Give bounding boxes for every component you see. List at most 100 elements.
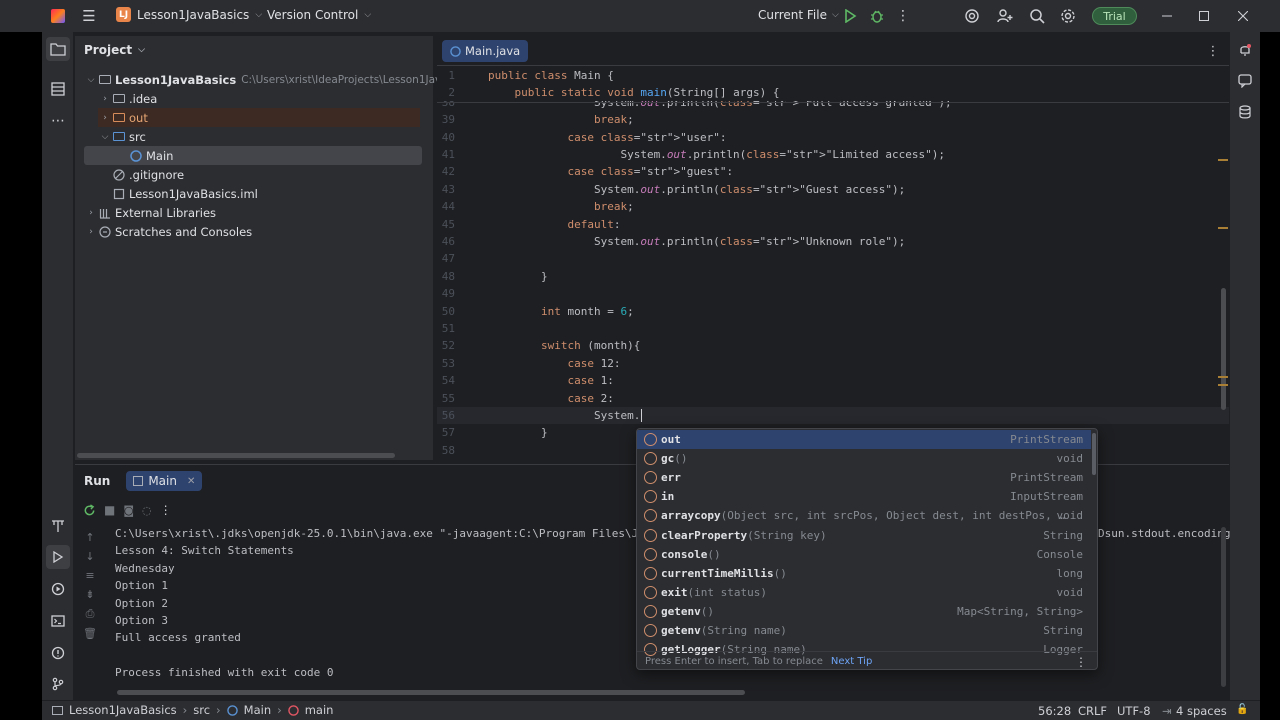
- code-line[interactable]: 48 }: [437, 268, 1229, 285]
- editor-tab-main-java[interactable]: Main.java: [442, 40, 529, 62]
- tree-item-scratches[interactable]: › Scratches and Consoles: [84, 222, 252, 241]
- code-line[interactable]: 42 case class="str">"guest":: [437, 163, 1229, 180]
- code-line[interactable]: 44 break;: [437, 198, 1229, 215]
- minimize-icon[interactable]: [1160, 8, 1174, 24]
- breadcrumb-item[interactable]: Main: [244, 703, 271, 717]
- code-line[interactable]: 55 case 2:: [437, 390, 1229, 407]
- code-line[interactable]: 47: [437, 250, 1229, 267]
- close-window-icon[interactable]: [1236, 8, 1250, 24]
- tree-item-external-libraries[interactable]: › External Libraries: [84, 203, 216, 222]
- completion-item[interactable]: arraycopy (Object src, int srcPos, Object…: [637, 506, 1091, 525]
- ai-assistant-icon[interactable]: [963, 7, 981, 25]
- completion-item[interactable]: out PrintStream: [637, 430, 1091, 449]
- completion-item[interactable]: clearProperty (String key) String: [637, 526, 1091, 545]
- scroll-to-end-icon[interactable]: ⇟: [85, 588, 94, 601]
- more-options-icon[interactable]: ⋮: [1075, 655, 1087, 669]
- indent-setting[interactable]: 4 spaces: [1176, 704, 1227, 718]
- debug-icon[interactable]: [869, 8, 885, 24]
- code-line[interactable]: 56 System.: [437, 407, 1229, 424]
- run-config-selector[interactable]: Current File ⌵: [758, 8, 839, 22]
- code-line[interactable]: 53 case 12:: [437, 355, 1229, 372]
- problems-tool-icon[interactable]: [46, 641, 70, 665]
- console-horizontal-scrollbar[interactable]: [117, 690, 745, 695]
- structure-tool-icon[interactable]: [46, 77, 70, 101]
- project-switcher[interactable]: LJ Lesson1JavaBasics ⌵: [116, 7, 262, 22]
- code-line[interactable]: 40 case class="str">"user":: [437, 129, 1229, 146]
- next-tip-link[interactable]: Next Tip: [831, 656, 872, 667]
- vertical-scrollbar[interactable]: [1221, 288, 1226, 410]
- arrow-up-icon[interactable]: ↑: [85, 531, 94, 544]
- code-area[interactable]: 1 public class Main {2 public static void…: [437, 67, 1229, 460]
- code-line[interactable]: 43 System.out.println(class="str">"Guest…: [437, 181, 1229, 198]
- more-actions-icon[interactable]: ⋮: [160, 503, 172, 517]
- database-icon[interactable]: [1234, 101, 1256, 123]
- lock-icon[interactable]: 🔓: [1236, 704, 1248, 715]
- tree-item-out[interactable]: › out: [98, 108, 420, 127]
- more-tools-icon[interactable]: ⋯: [46, 109, 70, 133]
- tree-item-iml[interactable]: Lesson1JavaBasics.iml: [112, 184, 258, 203]
- completion-item[interactable]: console() Console: [637, 545, 1091, 564]
- sticky-code-line[interactable]: 2 public static void main(String[] args)…: [437, 84, 1229, 102]
- code-line[interactable]: 45 default:: [437, 216, 1229, 233]
- project-tool-icon[interactable]: [46, 37, 70, 61]
- completion-item[interactable]: getenv (String name) String: [637, 621, 1091, 640]
- horizontal-scrollbar[interactable]: [77, 453, 395, 458]
- notifications-icon[interactable]: [1234, 39, 1256, 61]
- tree-item-idea[interactable]: › .idea: [98, 89, 157, 108]
- sticky-code-line[interactable]: 1 public class Main {: [437, 67, 1229, 84]
- stop-icon[interactable]: ■: [104, 503, 115, 517]
- code-line[interactable]: 54 case 1:: [437, 372, 1229, 389]
- code-line[interactable]: 41 System.out.println(class="str">"Limit…: [437, 146, 1229, 163]
- line-separator[interactable]: CRLF: [1078, 704, 1107, 718]
- run-tool-icon[interactable]: [46, 545, 70, 569]
- code-editor[interactable]: Main.java ⋮ 1 public class Main {2 public…: [437, 36, 1229, 460]
- rerun-icon[interactable]: [83, 503, 96, 517]
- completion-item[interactable]: exit (int status) void: [637, 583, 1091, 602]
- console-vertical-scrollbar[interactable]: [1221, 527, 1226, 687]
- file-encoding[interactable]: UTF-8: [1117, 704, 1151, 718]
- code-line[interactable]: 50 int month = 6;: [437, 303, 1229, 320]
- close-icon[interactable]: ✕: [187, 476, 195, 487]
- tree-item-main[interactable]: Main: [84, 146, 422, 165]
- restore-layout-icon[interactable]: ◌: [142, 504, 152, 517]
- services-tool-icon[interactable]: [46, 577, 70, 601]
- arrow-down-icon[interactable]: ↓: [85, 550, 94, 563]
- soft-wrap-icon[interactable]: ≡: [85, 569, 94, 582]
- completion-scrollbar[interactable]: [1092, 433, 1096, 475]
- completion-item[interactable]: in InputStream: [637, 487, 1091, 506]
- more-actions-icon[interactable]: ⋮: [896, 7, 910, 25]
- build-tool-icon[interactable]: [46, 514, 70, 538]
- ai-chat-icon[interactable]: [1234, 70, 1256, 92]
- settings-gear-icon[interactable]: [1059, 7, 1077, 25]
- print-icon[interactable]: ⎙: [86, 607, 95, 621]
- code-line[interactable]: 39 break;: [437, 111, 1229, 128]
- tree-item-project-root[interactable]: ⌵ Lesson1JavaBasics C:\Users\xrist\IdeaP…: [84, 70, 455, 89]
- git-tool-icon[interactable]: [46, 672, 70, 696]
- run-icon[interactable]: [842, 8, 858, 24]
- search-icon[interactable]: [1028, 7, 1046, 25]
- breadcrumb-item[interactable]: src: [193, 703, 210, 717]
- code-line[interactable]: 49: [437, 285, 1229, 302]
- add-user-icon[interactable]: [996, 7, 1014, 25]
- main-menu-icon[interactable]: ☰: [80, 7, 98, 25]
- more-tabs-icon[interactable]: ⋮: [1207, 42, 1220, 60]
- trial-badge[interactable]: Trial: [1092, 7, 1137, 25]
- tree-item-gitignore[interactable]: .gitignore: [112, 165, 184, 184]
- completion-item[interactable]: gc() void: [637, 449, 1091, 468]
- camera-icon[interactable]: ◙: [123, 504, 134, 517]
- run-tab-main[interactable]: Main ✕: [126, 471, 203, 491]
- breadcrumb-item[interactable]: Lesson1JavaBasics: [69, 703, 177, 717]
- caret-position[interactable]: 56:28: [1038, 704, 1071, 718]
- breadcrumb-item[interactable]: main: [305, 703, 334, 717]
- completion-item[interactable]: getenv() Map<String, String>: [637, 602, 1091, 621]
- trash-icon[interactable]: 🗑: [83, 627, 97, 640]
- terminal-tool-icon[interactable]: [46, 609, 70, 633]
- vcs-menu[interactable]: Version Control ⌵: [267, 8, 371, 22]
- tree-item-src[interactable]: ⌵ src: [98, 127, 146, 146]
- code-line[interactable]: 52 switch (month){: [437, 337, 1229, 354]
- maximize-icon[interactable]: [1197, 8, 1211, 24]
- project-panel-header[interactable]: Project ⌵: [75, 36, 433, 64]
- code-completion-popup[interactable]: out PrintStream gc() void err PrintStream in In…: [636, 428, 1098, 670]
- completion-item[interactable]: currentTimeMillis() long: [637, 564, 1091, 583]
- code-line[interactable]: 51: [437, 320, 1229, 337]
